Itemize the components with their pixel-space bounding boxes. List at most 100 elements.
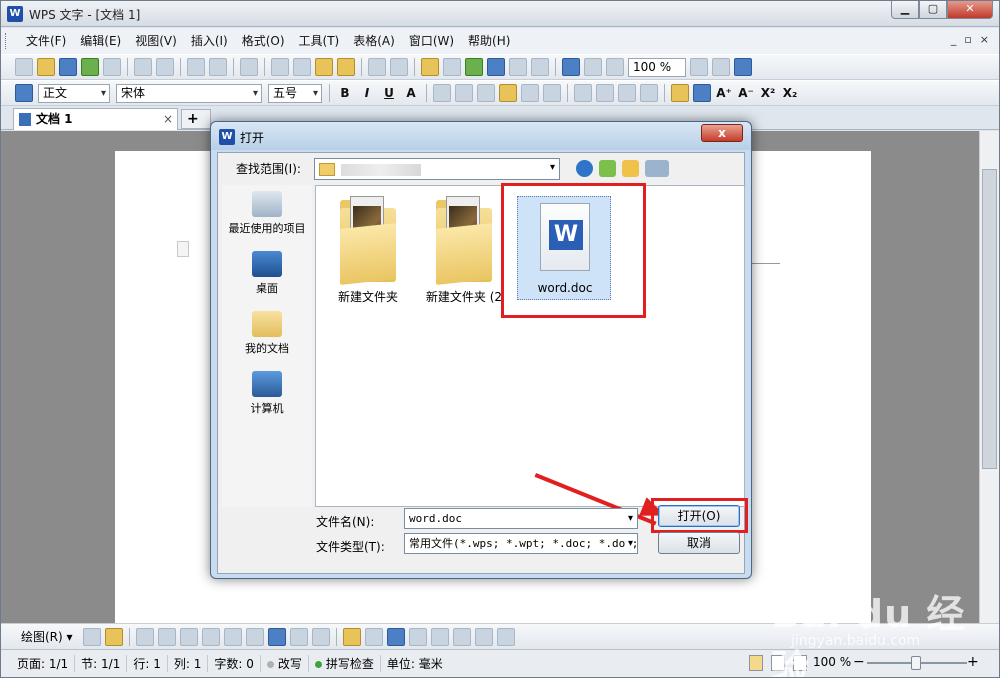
help-icon[interactable]	[734, 58, 752, 76]
cancel-button[interactable]: 取消	[658, 532, 740, 554]
print-icon[interactable]	[134, 58, 152, 76]
autoshapes-icon[interactable]	[135, 627, 154, 646]
up-folder-icon[interactable]	[599, 160, 616, 177]
format-painter-icon[interactable]	[337, 58, 355, 76]
chevron-down-icon[interactable]: ▾	[625, 509, 633, 528]
status-overwrite[interactable]: 改写	[261, 655, 309, 672]
file-item-folder-2[interactable]: 新建文件夹 (2	[419, 196, 509, 305]
file-item-folder-1[interactable]: 新建文件夹	[328, 196, 408, 305]
numbering-icon[interactable]	[574, 84, 592, 102]
font-color-icon[interactable]	[693, 84, 711, 102]
arrow-icon[interactable]	[179, 627, 198, 646]
mdi-restore-button[interactable]: ▫	[964, 33, 971, 46]
reading-mode-icon[interactable]	[690, 58, 708, 76]
save-icon[interactable]	[59, 58, 77, 76]
3d-icon[interactable]	[496, 627, 515, 646]
document-map-icon[interactable]	[562, 58, 580, 76]
open-folder-icon[interactable]	[37, 58, 55, 76]
undo-icon[interactable]	[368, 58, 386, 76]
cut-icon[interactable]	[271, 58, 289, 76]
rectangle-icon[interactable]	[201, 627, 220, 646]
style-combo[interactable]: 正文	[38, 83, 110, 103]
place-recent[interactable]: 最近使用的项目	[222, 191, 312, 236]
wordart-icon[interactable]	[267, 627, 286, 646]
menu-table[interactable]: 表格(A)	[346, 28, 402, 54]
oval-icon[interactable]	[223, 627, 242, 646]
mdi-close-button[interactable]: ×	[980, 33, 989, 46]
select-pointer-icon[interactable]	[82, 627, 101, 646]
font-effects-button[interactable]: A	[402, 84, 420, 102]
select-objects-icon[interactable]	[104, 627, 123, 646]
menu-help[interactable]: 帮助(H)	[461, 28, 517, 54]
redo-icon[interactable]	[390, 58, 408, 76]
superscript-button[interactable]: X²	[759, 84, 777, 102]
tab-close-icon[interactable]: ×	[163, 109, 173, 129]
shrink-font-button[interactable]: A⁻	[737, 84, 755, 102]
traditional-chinese-icon[interactable]	[240, 58, 258, 76]
diagram-icon[interactable]	[289, 627, 308, 646]
print-preview-icon[interactable]	[156, 58, 174, 76]
filetype-select[interactable]: 常用文件(*.wps; *.wpt; *.doc; *.dot; ▾	[404, 533, 638, 554]
menu-view[interactable]: 视图(V)	[128, 28, 184, 54]
export-pdf-icon[interactable]	[103, 58, 121, 76]
look-in-combo[interactable]: ▾	[314, 158, 560, 180]
filename-input[interactable]: word.doc ▾	[404, 508, 638, 529]
menu-file[interactable]: 文件(F)	[19, 28, 73, 54]
align-left-icon[interactable]	[433, 84, 451, 102]
open-button[interactable]: 打开(O)	[658, 505, 740, 527]
highlight-icon[interactable]	[671, 84, 689, 102]
maximize-button[interactable]: ▢	[919, 1, 947, 19]
underline-button[interactable]: U	[380, 84, 398, 102]
menu-format[interactable]: 格式(O)	[235, 28, 292, 54]
mail-icon[interactable]	[81, 58, 99, 76]
zoom-page-icon[interactable]	[606, 58, 624, 76]
grow-font-button[interactable]: A⁺	[715, 84, 733, 102]
vertical-scrollbar[interactable]	[979, 131, 999, 623]
line-spacing-icon[interactable]	[543, 84, 561, 102]
hyperlink-icon[interactable]	[465, 58, 483, 76]
formula-icon[interactable]	[443, 58, 461, 76]
zoom-combo[interactable]: 100 %	[628, 57, 686, 77]
menu-tools[interactable]: 工具(T)	[292, 28, 347, 54]
new-document-icon[interactable]	[15, 58, 33, 76]
show-marks-icon[interactable]	[584, 58, 602, 76]
spellcheck-icon[interactable]	[187, 58, 205, 76]
reading-layout-icon[interactable]	[209, 58, 227, 76]
font-size-combo[interactable]: 五号	[268, 83, 322, 103]
dialog-close-button[interactable]: x	[701, 124, 743, 142]
insert-table-icon[interactable]	[421, 58, 439, 76]
insert-picture-icon[interactable]	[311, 627, 330, 646]
new-tab-button[interactable]: + ▾	[181, 109, 211, 145]
text-direction-icon[interactable]	[531, 58, 549, 76]
line-style-icon[interactable]	[408, 627, 427, 646]
decrease-indent-icon[interactable]	[618, 84, 636, 102]
chevron-down-icon[interactable]: ▾	[625, 534, 633, 553]
subscript-button[interactable]: X₂	[781, 84, 799, 102]
minimize-button[interactable]: ▁	[891, 1, 919, 19]
draw-menu-button[interactable]: 绘图(R) ▾	[13, 628, 81, 645]
increase-indent-icon[interactable]	[640, 84, 658, 102]
menu-insert[interactable]: 插入(I)	[184, 28, 235, 54]
styles-pane-icon[interactable]	[15, 84, 33, 102]
close-button[interactable]: ✕	[947, 1, 993, 19]
fill-color-icon[interactable]	[342, 627, 361, 646]
line-icon[interactable]	[157, 627, 176, 646]
page-view-icon[interactable]	[749, 655, 763, 671]
view-menu-icon[interactable]	[645, 160, 669, 177]
align-justify-icon[interactable]	[499, 84, 517, 102]
place-computer[interactable]: 计算机	[222, 371, 312, 416]
line-color-icon[interactable]	[364, 627, 383, 646]
paste-icon[interactable]	[315, 58, 333, 76]
textbox-icon[interactable]	[245, 627, 264, 646]
table-icon[interactable]	[487, 58, 505, 76]
arrow-style-icon[interactable]	[452, 627, 471, 646]
status-spellcheck[interactable]: 拼写检查	[309, 655, 381, 672]
draw-font-color-icon[interactable]	[386, 627, 405, 646]
menu-window[interactable]: 窗口(W)	[402, 28, 461, 54]
tab-document-1[interactable]: 文档 1 ×	[13, 108, 178, 130]
columns-icon[interactable]	[509, 58, 527, 76]
dash-style-icon[interactable]	[430, 627, 449, 646]
font-combo[interactable]: 宋体	[116, 83, 262, 103]
scrollbar-thumb[interactable]	[982, 169, 997, 469]
align-center-icon[interactable]	[455, 84, 473, 102]
